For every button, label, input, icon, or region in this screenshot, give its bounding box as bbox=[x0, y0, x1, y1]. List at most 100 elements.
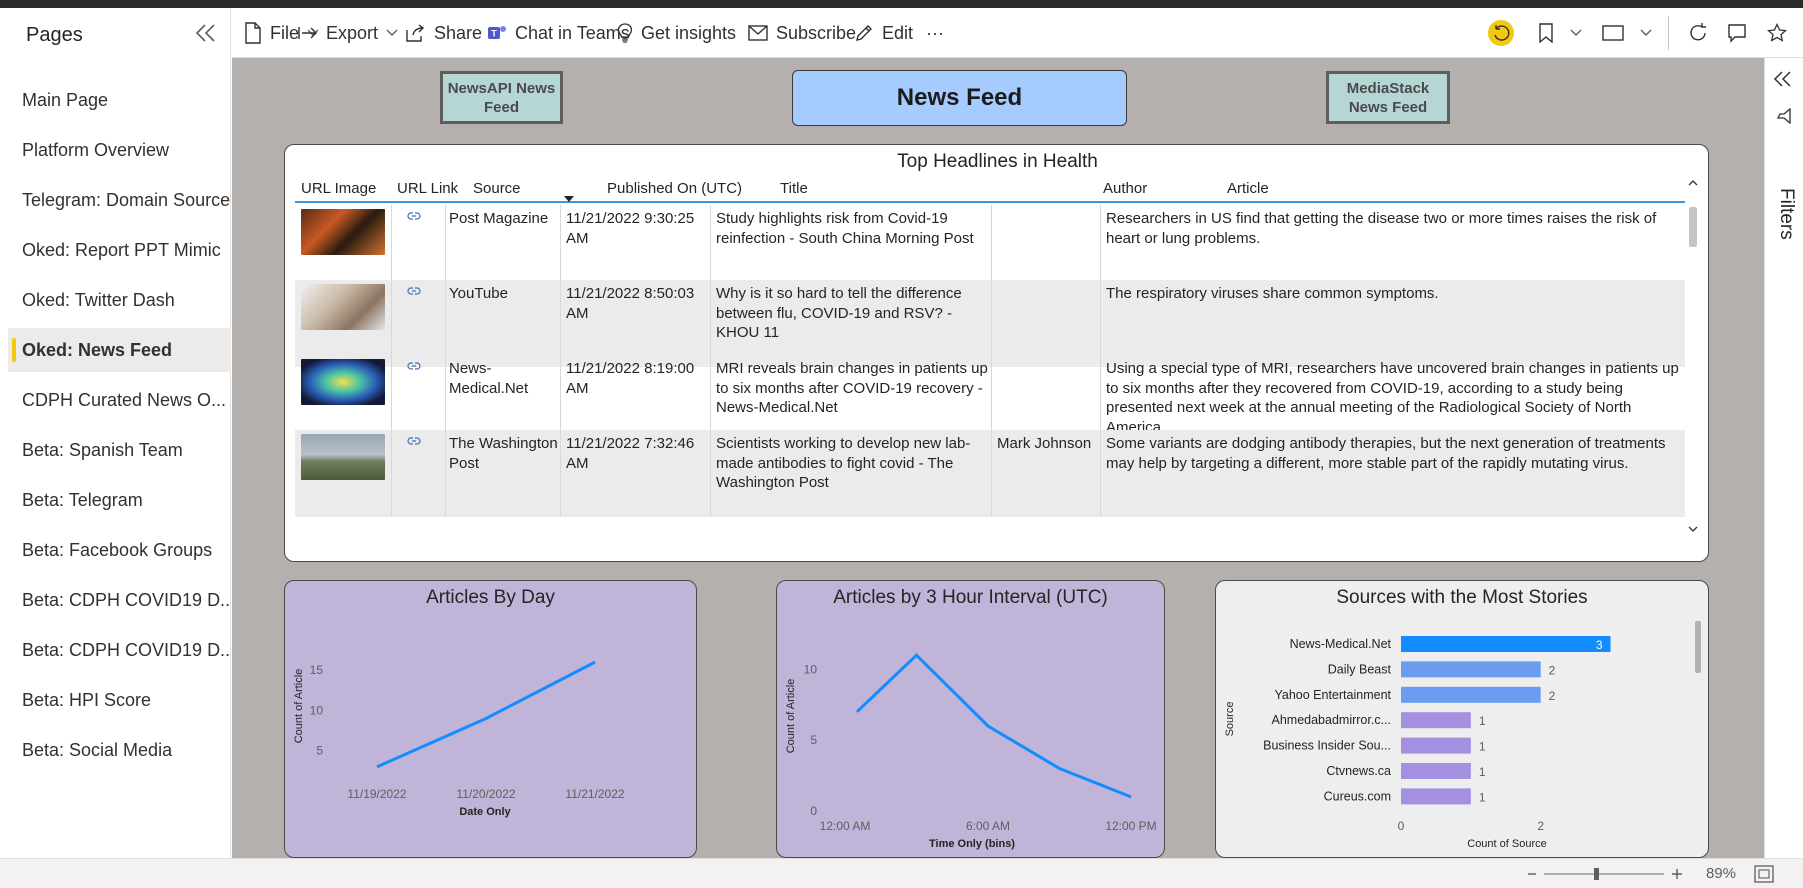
page-item[interactable]: Beta: HPI Score bbox=[8, 678, 231, 722]
zoom-slider[interactable] bbox=[1526, 865, 1686, 883]
filters-pane[interactable]: Filters bbox=[1764, 58, 1803, 858]
column-header-author[interactable]: Author bbox=[1103, 180, 1147, 197]
page-item[interactable]: Telegram: Domain Source bbox=[8, 178, 231, 222]
view-menu[interactable] bbox=[1602, 8, 1652, 58]
articles-by-interval-chart: 0 5 10 12:00 AM 6:00 AM 12:00 PM Time Only (bi… bbox=[785, 653, 1157, 850]
cell-article: Some variants are dodging antibody thera… bbox=[1106, 435, 1666, 472]
article-thumbnail[interactable] bbox=[301, 359, 385, 405]
column-divider bbox=[560, 280, 561, 367]
column-divider bbox=[391, 205, 392, 292]
svg-text:T: T bbox=[491, 29, 497, 39]
data-label: 1 bbox=[1479, 790, 1486, 804]
page-item[interactable]: Main Page bbox=[8, 78, 231, 122]
data-label: 1 bbox=[1479, 740, 1486, 754]
comments-button[interactable] bbox=[1727, 8, 1755, 58]
page-item[interactable]: Oked: Twitter Dash bbox=[8, 278, 231, 322]
cell-title: MRI reveals brain changes in patients up… bbox=[716, 360, 988, 416]
article-thumbnail[interactable] bbox=[301, 284, 385, 330]
page-item[interactable]: Beta: Telegram bbox=[8, 478, 231, 522]
bar[interactable] bbox=[1401, 686, 1541, 703]
share-button[interactable]: Share bbox=[406, 8, 482, 58]
favorite-button[interactable] bbox=[1767, 8, 1795, 58]
share-label: Share bbox=[434, 22, 483, 43]
collapse-pages-icon[interactable] bbox=[193, 20, 219, 46]
articles-by-interval-card[interactable]: Articles by 3 Hour Interval (UTC) 0 5 10 12… bbox=[776, 580, 1165, 858]
column-header-url-image[interactable]: URL Image bbox=[301, 180, 376, 197]
page-item[interactable]: Beta: CDPH COVID19 D... bbox=[8, 578, 231, 622]
mediastack-nav-button[interactable]: MediaStack News Feed bbox=[1326, 71, 1450, 124]
x-axis-label: Time Only (bins) bbox=[929, 838, 1015, 850]
more-options-button[interactable]: ··· bbox=[926, 8, 944, 58]
chat-in-teams-button[interactable]: T Chat in Teams bbox=[487, 8, 630, 58]
share-icon bbox=[406, 24, 425, 42]
series-line[interactable] bbox=[855, 653, 1132, 799]
y-axis-label: Count of Article bbox=[785, 679, 797, 754]
page-item[interactable]: Platform Overview bbox=[8, 128, 231, 172]
page-item[interactable]: Oked: News Feed bbox=[8, 328, 231, 372]
y-tick-label: 15 bbox=[310, 663, 324, 677]
page-item[interactable]: Beta: Social Media bbox=[8, 728, 231, 772]
column-header-article[interactable]: Article bbox=[1227, 180, 1269, 197]
bar[interactable] bbox=[1401, 788, 1471, 805]
sort-desc-icon bbox=[564, 196, 574, 202]
get-insights-button[interactable]: Get insights bbox=[617, 8, 736, 58]
page-item[interactable]: Beta: Spanish Team bbox=[8, 428, 231, 472]
bar[interactable] bbox=[1401, 712, 1471, 729]
bar[interactable] bbox=[1401, 763, 1471, 779]
x-axis-label: Date Only bbox=[459, 806, 511, 818]
series-line[interactable] bbox=[376, 660, 596, 769]
table-row[interactable]: The Washington Post 11/21/2022 7:32:46 AM… bbox=[295, 430, 1685, 517]
category-label: News-Medical.Net bbox=[1290, 637, 1392, 651]
export-menu[interactable]: Export bbox=[298, 8, 398, 58]
more-options-icon: ··· bbox=[926, 22, 944, 43]
reset-button[interactable] bbox=[1487, 8, 1523, 58]
sources-card[interactable]: Sources with the Most Stories News-Medic… bbox=[1215, 580, 1709, 858]
table-scrollbar[interactable] bbox=[1687, 179, 1699, 553]
page-item[interactable]: Beta: Facebook Groups bbox=[8, 528, 231, 572]
page-item[interactable]: CDPH Curated News O... bbox=[8, 378, 231, 422]
mail-icon bbox=[748, 25, 768, 41]
column-divider bbox=[391, 355, 392, 442]
cell-title: Why is it so hard to tell the difference… bbox=[716, 285, 962, 341]
scroll-up-icon[interactable] bbox=[1688, 179, 1698, 187]
bar[interactable] bbox=[1401, 737, 1471, 754]
view-icon bbox=[1602, 25, 1624, 41]
cell-article: The respiratory viruses share common sym… bbox=[1106, 285, 1439, 302]
page-item[interactable]: Oked: Report PPT Mimic bbox=[8, 228, 231, 272]
table-row[interactable]: Post Magazine 11/21/2022 9:30:25 AM Study … bbox=[295, 205, 1685, 292]
link-icon[interactable] bbox=[407, 436, 421, 446]
y-axis-label: Count of Article bbox=[293, 669, 305, 744]
x-tick-label: 11/19/2022 bbox=[347, 787, 406, 801]
link-icon[interactable] bbox=[407, 361, 421, 371]
page-item[interactable]: Beta: CDPH COVID19 D... bbox=[8, 628, 231, 672]
articles-by-day-card[interactable]: Articles By Day 5 10 15 11/19/2022 11/20/202… bbox=[284, 580, 697, 858]
edit-button[interactable]: Edit bbox=[854, 8, 913, 58]
cell-title: Study highlights risk from Covid-19 rein… bbox=[716, 210, 974, 247]
refresh-button[interactable] bbox=[1687, 8, 1717, 58]
table-row[interactable]: YouTube 11/21/2022 8:50:03 AM Why is it so… bbox=[295, 280, 1685, 367]
link-icon[interactable] bbox=[407, 211, 421, 221]
column-header-title[interactable]: Title bbox=[780, 180, 808, 197]
chart-scrollbar[interactable] bbox=[1695, 621, 1701, 673]
scroll-thumb[interactable] bbox=[1689, 207, 1697, 247]
article-thumbnail[interactable] bbox=[301, 434, 385, 480]
table-row[interactable]: News-Medical.Net 11/21/2022 8:19:00 AM MRI… bbox=[295, 355, 1685, 442]
cell-source: The Washington Post bbox=[449, 435, 558, 472]
article-thumbnail[interactable] bbox=[301, 209, 385, 255]
bar[interactable] bbox=[1401, 661, 1541, 678]
column-header-published[interactable]: Published On (UTC) bbox=[607, 180, 742, 197]
pencil-icon bbox=[856, 25, 872, 41]
get-insights-label: Get insights bbox=[641, 22, 737, 43]
column-header-source[interactable]: Source bbox=[473, 180, 521, 197]
bar[interactable] bbox=[1401, 636, 1611, 652]
fit-to-page-icon[interactable] bbox=[1754, 865, 1774, 883]
category-label: Yahoo Entertainment bbox=[1274, 688, 1391, 702]
bookmark-menu[interactable] bbox=[1538, 8, 1582, 58]
expand-filters-icon[interactable] bbox=[1773, 70, 1793, 93]
scroll-down-icon[interactable] bbox=[1688, 525, 1698, 533]
link-icon[interactable] bbox=[407, 286, 421, 296]
newsapi-nav-button[interactable]: NewsAPI News Feed bbox=[440, 71, 563, 124]
column-header-url-link[interactable]: URL Link bbox=[397, 180, 458, 197]
column-divider bbox=[1100, 280, 1101, 367]
subscribe-button[interactable]: Subscribe bbox=[748, 8, 856, 58]
